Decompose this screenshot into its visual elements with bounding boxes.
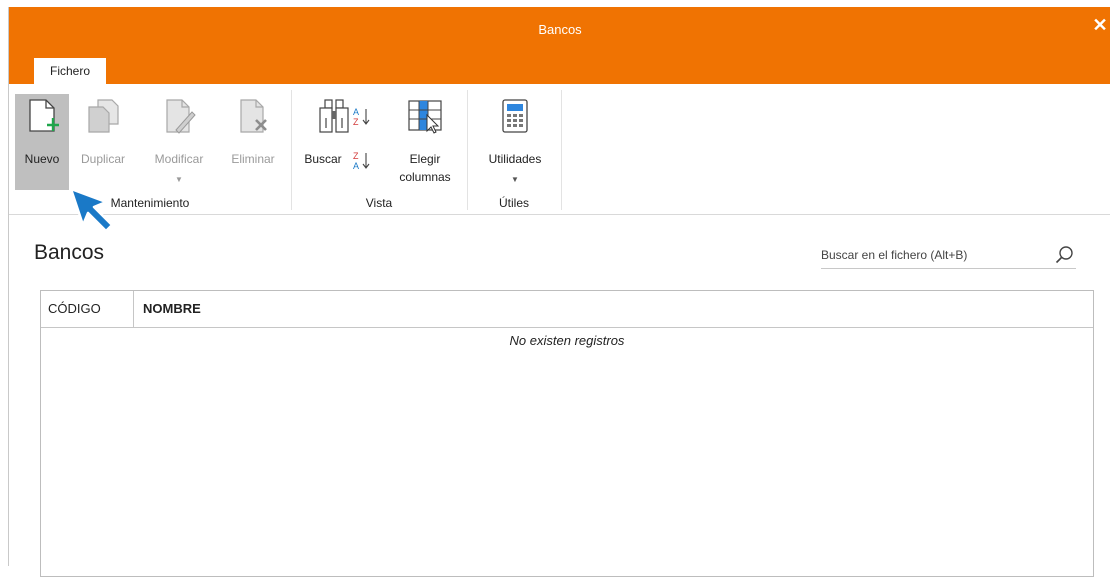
buscar-label: Buscar: [304, 152, 342, 166]
modificar-button[interactable]: Modificar ▼: [140, 94, 218, 184]
group-label-utiles: Útiles: [498, 196, 529, 210]
choose-columns-icon: [407, 98, 443, 137]
eliminar-button[interactable]: Eliminar: [221, 94, 285, 184]
column-header-nombre[interactable]: NOMBRE: [135, 291, 1093, 327]
sort-ascending-icon: A Z: [353, 106, 371, 131]
nuevo-button[interactable]: Nuevo: [15, 94, 69, 190]
group-label-vista: Vista: [365, 196, 393, 210]
svg-text:Z: Z: [353, 151, 359, 161]
main-content: Bancos Buscar en el fichero (Alt+B) CÓDI…: [9, 215, 1110, 577]
chevron-down-icon: ▼: [175, 175, 183, 184]
edit-icon: [162, 98, 196, 137]
search-icon[interactable]: [1054, 244, 1076, 271]
duplicate-icon: [85, 98, 121, 137]
elegir-columnas-line2: columnas: [399, 170, 451, 184]
sort-descending-icon: Z A: [353, 150, 371, 175]
close-button[interactable]: ✕: [1091, 15, 1109, 35]
title-bar: Bancos ✕: [9, 7, 1110, 55]
ribbon-separator: [291, 90, 292, 210]
ribbon-separator: [467, 90, 468, 210]
bancos-window: Bancos ✕ Fichero Nuevo Duplicar Modifica…: [8, 7, 1110, 577]
ribbon-separator: [561, 90, 562, 210]
empty-table-message: No existen registros: [509, 333, 625, 348]
modificar-label: Modificar: [154, 152, 204, 166]
records-table: CÓDIGO NOMBRE No existen registros: [40, 290, 1094, 577]
chevron-down-icon: ▼: [511, 175, 519, 184]
elegir-columnas-line1: Elegir: [409, 152, 441, 166]
elegir-columnas-button[interactable]: Elegir columnas: [389, 94, 461, 184]
page-title: Bancos: [34, 241, 105, 264]
binoculars-icon: [319, 98, 349, 137]
column-header-codigo[interactable]: CÓDIGO: [41, 291, 134, 327]
ribbon: Nuevo Duplicar Modificar ▼ Eliminar Mant…: [9, 84, 1110, 215]
search-input[interactable]: Buscar en el fichero (Alt+B): [821, 242, 1076, 269]
duplicar-button[interactable]: Duplicar: [71, 94, 135, 184]
table-header: CÓDIGO NOMBRE: [41, 291, 1093, 328]
ribbon-tab-strip: Fichero: [9, 55, 1110, 85]
buscar-button[interactable]: A Z Buscar Z A: [297, 94, 377, 184]
search-placeholder: Buscar en el fichero (Alt+B): [821, 248, 968, 262]
pointer-arrow-icon: [69, 187, 114, 233]
duplicar-label: Duplicar: [80, 152, 125, 166]
new-document-icon: [25, 98, 59, 137]
svg-text:Z: Z: [353, 117, 359, 127]
close-icon: ✕: [1092, 15, 1108, 35]
group-label-mantenimiento: Mantenimiento: [110, 196, 190, 210]
eliminar-label: Eliminar: [231, 152, 275, 166]
svg-text:A: A: [353, 161, 359, 171]
tab-fichero[interactable]: Fichero: [34, 58, 106, 85]
window-title: Bancos: [538, 22, 582, 37]
svg-text:A: A: [353, 107, 359, 117]
delete-icon: [236, 98, 270, 137]
nuevo-label: Nuevo: [24, 152, 60, 166]
calculator-icon: [500, 98, 530, 137]
utilidades-button[interactable]: Utilidades ▼: [472, 94, 558, 184]
elegir-columnas-label: Elegir columnas: [389, 150, 461, 186]
utilidades-label: Utilidades: [488, 152, 542, 166]
